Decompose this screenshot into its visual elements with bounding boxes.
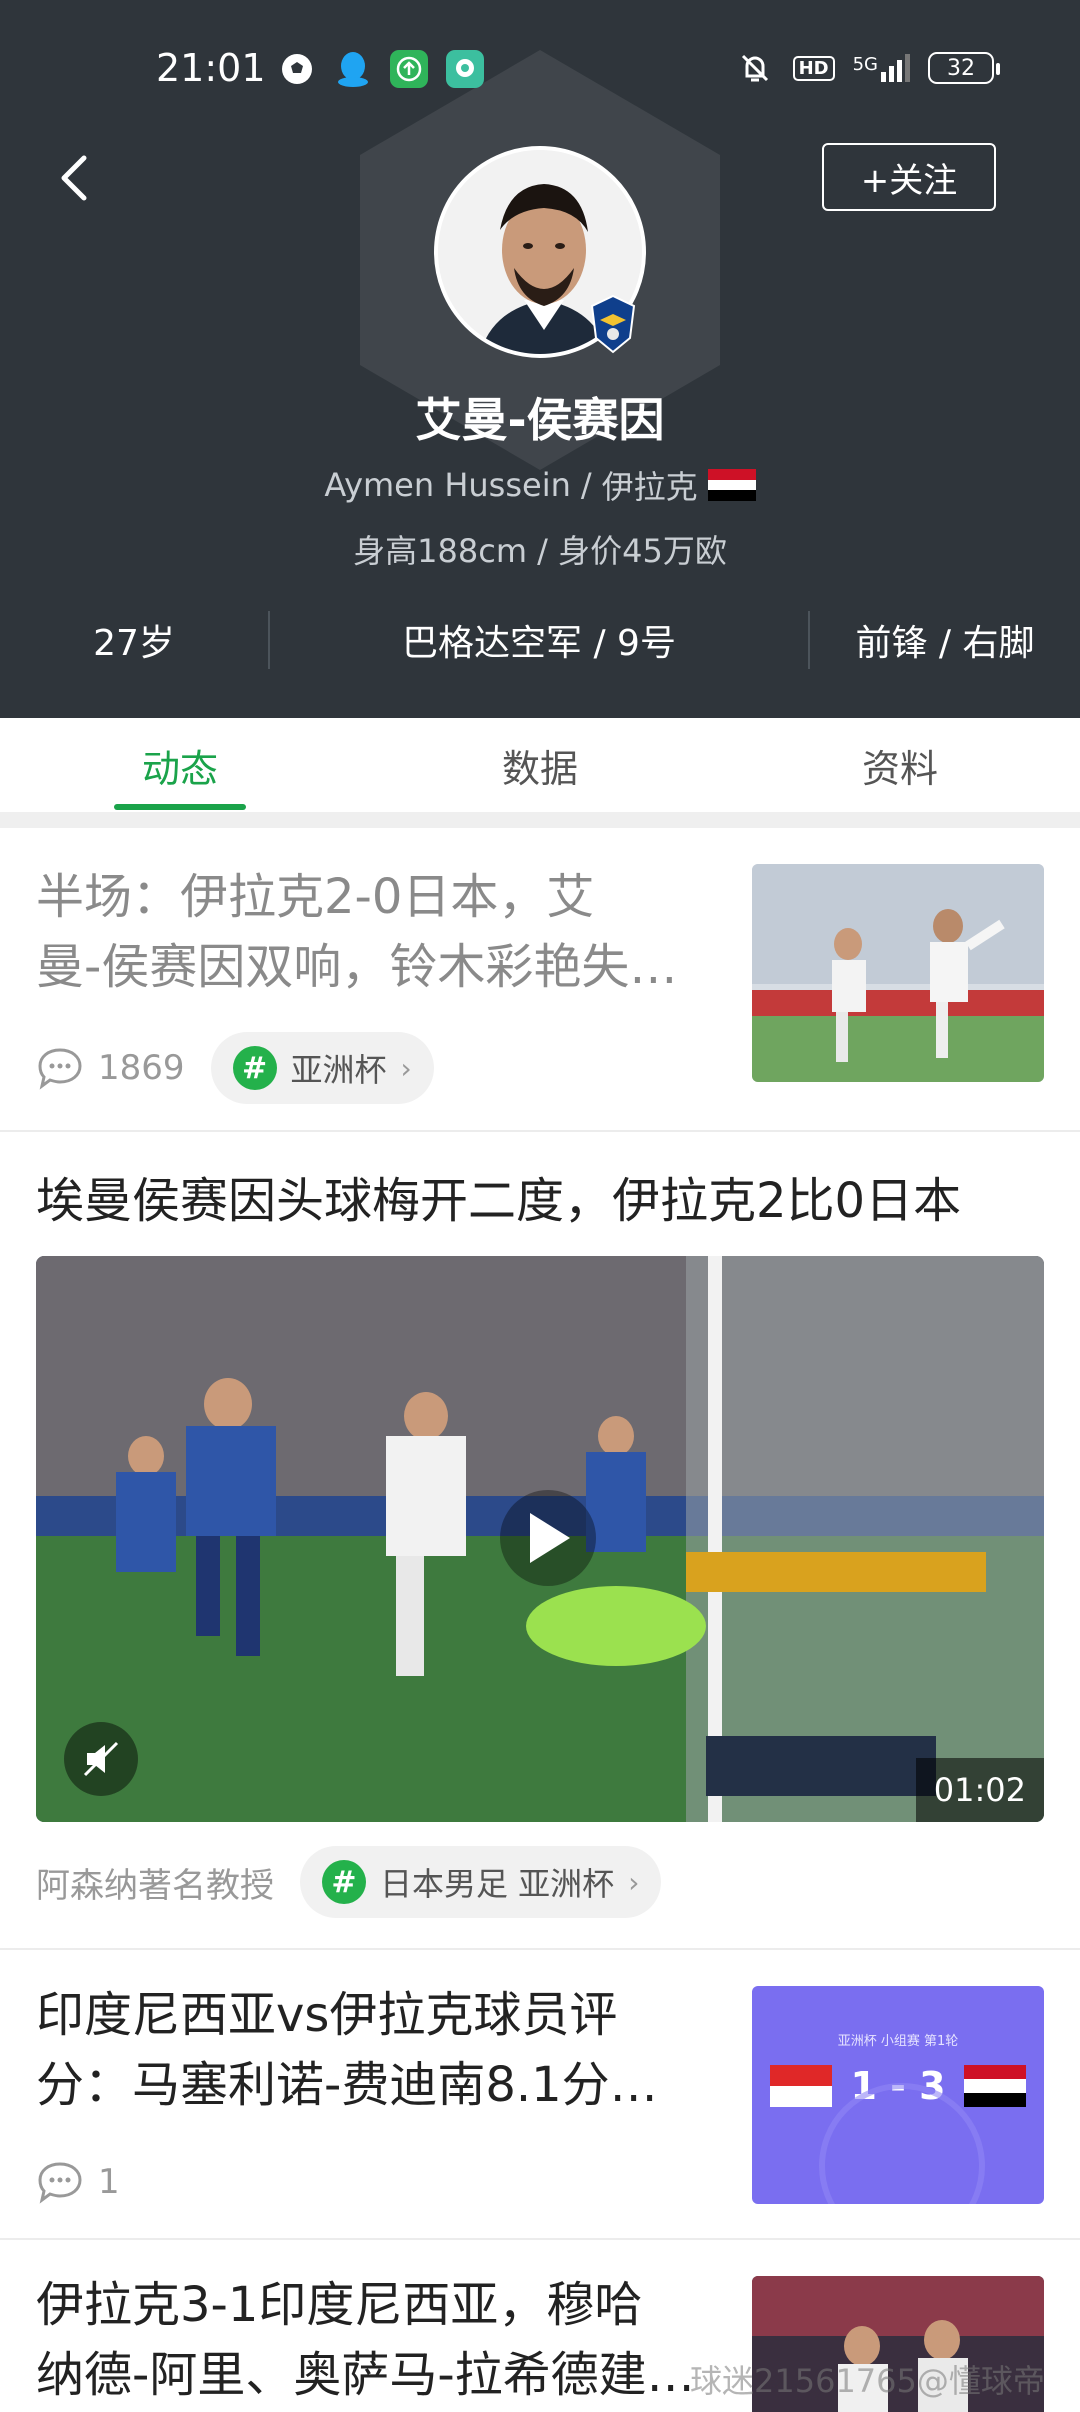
news-title[interactable]: 伊拉克3-1印度尼西亚，穆哈 纳德-阿里、奥萨马-拉希德建… <box>36 2270 695 2410</box>
battery-icon: 32 <box>928 52 1000 84</box>
news-meta: 1869 # 亚洲杯 › <box>36 1032 434 1104</box>
player-club: 巴格达空军 / 9号 <box>402 623 676 664</box>
separator: / <box>580 466 592 504</box>
volume-mute-icon <box>83 1741 119 1777</box>
player-body-info: 身高188cm / 身价45万欧 <box>353 532 727 570</box>
hd-icon: HD <box>792 55 835 81</box>
mute-button[interactable] <box>64 1722 138 1796</box>
back-button[interactable] <box>50 148 100 208</box>
chevron-right-icon: › <box>628 1865 640 1899</box>
news-thumbnail[interactable]: 亚洲杯 小组赛 第1轮 1 - 3 <box>752 1986 1044 2204</box>
topic-tag[interactable]: # 亚洲杯 › <box>210 1032 434 1104</box>
player-name-en-line: Aymen Hussein / 伊拉克 <box>0 462 1080 508</box>
tab-profile[interactable]: 资料 <box>720 718 1080 812</box>
tab-separator <box>0 812 1080 828</box>
football-app-icon <box>278 50 316 88</box>
chevron-right-icon: › <box>400 1051 412 1085</box>
system-icons: HD 5G 32 <box>735 48 1000 88</box>
video-duration: 01:02 <box>915 1758 1044 1822</box>
comment-count-value: 1 <box>98 2162 120 2202</box>
news-thumbnail[interactable] <box>752 864 1044 1082</box>
thumbnail-caption: 亚洲杯 小组赛 第1轮 <box>837 2034 959 2049</box>
thumbnail-score-row: 1 - 3 <box>752 2064 1044 2108</box>
notification-icons <box>278 50 484 88</box>
player-nationality: 伊拉克 <box>601 468 698 506</box>
video-meta: 阿森纳著名教授 # 日本男足 亚洲杯 › <box>36 1846 662 1918</box>
play-button[interactable] <box>500 1490 596 1586</box>
news-item[interactable]: 印度尼西亚vs伊拉克球员评 分：马塞利诺-费迪南8.1分… 亚洲杯 小组赛 第1… <box>0 1950 1080 2238</box>
topic-tag[interactable]: # 日本男足 亚洲杯 › <box>300 1846 662 1918</box>
hashtag-icon: # <box>232 1046 277 1090</box>
play-icon <box>530 1513 570 1563</box>
video-player[interactable]: 01:02 <box>36 1256 1044 1822</box>
news-title-line: 曼-侯赛因双响，铃木彩艳失… <box>36 939 678 995</box>
status-time: 21:01 <box>156 46 266 90</box>
news-meta: 1 <box>36 2160 120 2204</box>
indonesia-flag-icon <box>770 2065 833 2107</box>
iraq-flag-icon <box>963 2065 1026 2107</box>
news-title-line: 分：马塞利诺-费迪南8.1分… <box>36 2057 658 2113</box>
player-name: 艾曼-侯赛因 <box>415 393 665 447</box>
player-stats-row: 27岁 巴格达空军 / 9号 前锋 / 右脚 <box>0 608 1080 672</box>
news-title-line: 纳德-阿里、奥萨马-拉希德建… <box>36 2347 695 2403</box>
topic-tag-label: 亚洲杯 <box>290 1051 387 1089</box>
news-item[interactable]: 半场：伊拉克2-0日本，艾 曼-侯赛因双响，铃木彩艳失… 1869 # 亚洲杯 … <box>0 828 1080 1130</box>
player-age: 27岁 <box>93 623 175 664</box>
comment-count-value: 1869 <box>98 1048 185 1088</box>
player-position: 前锋 / 右脚 <box>855 623 1035 664</box>
mute-bell-icon <box>741 54 768 82</box>
news-title-line: 半场：伊拉克2-0日本，艾 <box>36 869 595 925</box>
news-title-line: 印度尼西亚vs伊拉克球员评 <box>36 1987 618 2043</box>
news-title-line: 伊拉克3-1印度尼西亚，穆哈 <box>36 2277 643 2333</box>
tab-news[interactable]: 动态 <box>0 718 360 812</box>
topic-tag-label: 日本男足 亚洲杯 <box>380 1865 615 1903</box>
upload-app-icon <box>390 50 428 88</box>
hashtag-icon: # <box>322 1860 366 1904</box>
comment-icon <box>38 2162 82 2204</box>
tab-bar: 动态 数据 资料 <box>0 718 1080 812</box>
signal-icon: 5G <box>853 54 910 82</box>
comment-count[interactable]: 1 <box>36 2160 120 2204</box>
qq-icon <box>334 50 372 88</box>
comment-icon <box>38 1048 82 1090</box>
watermark: 球迷21561765@懂球帝 <box>690 2362 1045 2400</box>
club-badge-icon <box>590 294 636 354</box>
follow-button[interactable]: +关注 <box>822 143 996 211</box>
news-title[interactable]: 印度尼西亚vs伊拉克球员评 分：马塞利诺-费迪南8.1分… <box>36 1980 658 2120</box>
video-title[interactable]: 埃曼侯赛因头球梅开二度，伊拉克2比0日本 <box>36 1166 961 1236</box>
chat-app-icon <box>446 50 484 88</box>
status-bar: 21:01 HD 5G 32 <box>0 0 1080 140</box>
player-name-en: Aymen Hussein <box>324 466 571 504</box>
tab-data[interactable]: 数据 <box>360 718 720 812</box>
comment-count[interactable]: 1869 <box>36 1046 185 1090</box>
news-title[interactable]: 半场：伊拉克2-0日本，艾 曼-侯赛因双响，铃木彩艳失… <box>36 862 677 1002</box>
network-type-label: 5G <box>852 54 878 75</box>
video-author[interactable]: 阿森纳著名教授 <box>36 1858 274 1907</box>
thumbnail-score: 1 - 3 <box>850 2064 946 2108</box>
player-header: 21:01 HD 5G 32 +关注 艾曼-侯赛因 Aymen Hussein … <box>0 0 1080 718</box>
iraq-flag-icon <box>707 469 756 502</box>
